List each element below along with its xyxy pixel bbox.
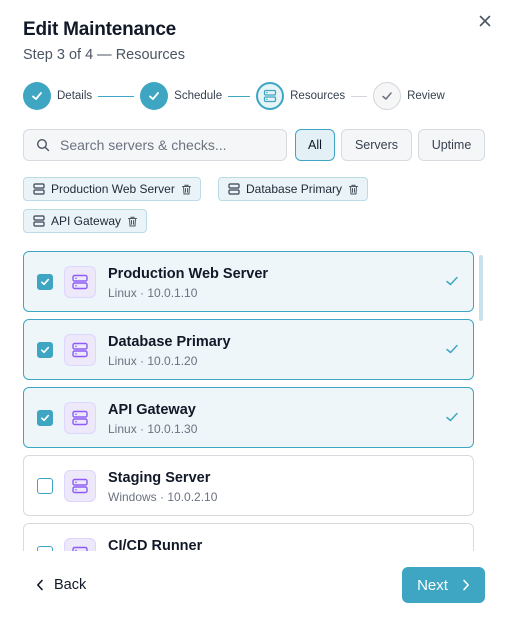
step-label: Review xyxy=(407,90,445,102)
back-label: Back xyxy=(54,577,87,593)
dialog-title: Edit Maintenance xyxy=(23,19,177,40)
server-icon xyxy=(228,183,240,195)
resource-type-icon xyxy=(64,470,96,502)
step-connector xyxy=(228,95,251,97)
step-review[interactable]: Review xyxy=(373,82,445,110)
check-icon xyxy=(149,92,160,100)
step-label: Details xyxy=(57,90,93,102)
list-scrollbar-thumb[interactable] xyxy=(479,255,483,321)
search-icon xyxy=(36,138,50,152)
search-box[interactable] xyxy=(23,129,287,161)
resource-type-icon xyxy=(64,266,96,298)
resource-row[interactable]: Production Web Server Linux · 10.0.1.10 xyxy=(23,251,474,312)
stepper: Details Schedule Resources Review xyxy=(23,81,445,111)
resource-name: CI/CD Runner xyxy=(108,538,203,551)
check-icon xyxy=(41,278,50,286)
selected-chip: API Gateway xyxy=(23,209,148,233)
resource-name: Production Web Server xyxy=(108,266,269,282)
step-current-indicator xyxy=(256,82,285,110)
step-done-indicator xyxy=(23,82,51,110)
resource-row[interactable]: Staging Server Windows · 10.0.2.10 xyxy=(23,455,474,516)
resource-row[interactable]: CI/CD Runner xyxy=(23,523,474,551)
back-button[interactable]: Back xyxy=(36,574,86,596)
close-button[interactable] xyxy=(476,12,494,30)
close-icon xyxy=(479,15,491,27)
server-icon xyxy=(33,215,45,227)
step-upcoming-indicator xyxy=(373,82,402,110)
server-icon xyxy=(72,478,88,494)
step-connector xyxy=(98,95,135,97)
step-done-indicator xyxy=(140,82,169,110)
selected-chip: Production Web Server xyxy=(23,177,201,201)
server-icon xyxy=(263,89,277,103)
filter-all-button[interactable]: All xyxy=(295,129,335,161)
next-label: Next xyxy=(417,576,448,594)
server-icon xyxy=(72,546,88,551)
step-resources[interactable]: Resources xyxy=(256,82,345,110)
step-label: Schedule xyxy=(174,90,223,102)
resource-list[interactable]: Production Web Server Linux · 10.0.1.10 … xyxy=(23,251,475,551)
filter-uptime-button[interactable]: Uptime xyxy=(418,129,485,161)
chip-label: Database Primary xyxy=(246,182,343,196)
selected-check-icon xyxy=(446,276,458,286)
resource-checkbox[interactable] xyxy=(37,410,53,426)
trash-icon[interactable] xyxy=(181,184,192,195)
check-icon xyxy=(41,414,50,422)
selected-check-icon xyxy=(446,412,458,422)
selected-chip: Database Primary xyxy=(218,177,369,201)
resource-checkbox[interactable] xyxy=(37,274,53,290)
filter-servers-button[interactable]: Servers xyxy=(341,129,412,161)
resource-name: API Gateway xyxy=(108,402,196,418)
next-button[interactable]: Next xyxy=(402,567,485,603)
resource-type-icon xyxy=(64,334,96,366)
resource-details: Linux · 10.0.1.10 xyxy=(108,286,198,300)
check-icon xyxy=(32,92,42,100)
resource-details: Windows · 10.0.2.10 xyxy=(108,490,218,504)
step-label: Resources xyxy=(290,90,346,102)
server-icon xyxy=(72,274,88,290)
selected-check-icon xyxy=(446,344,458,354)
resource-type-icon xyxy=(64,538,96,551)
server-icon xyxy=(72,342,88,358)
resource-details: Linux · 10.0.1.20 xyxy=(108,354,198,368)
check-icon xyxy=(382,92,392,100)
chip-label: API Gateway xyxy=(51,214,122,228)
server-icon xyxy=(33,183,45,195)
resource-name: Staging Server xyxy=(108,470,211,486)
chevron-right-icon xyxy=(463,579,469,591)
search-input[interactable] xyxy=(60,137,280,153)
resource-row[interactable]: Database Primary Linux · 10.0.1.20 xyxy=(23,319,474,380)
edit-maintenance-dialog: Edit Maintenance Step 3 of 4 — Resources… xyxy=(0,0,507,625)
resource-checkbox[interactable] xyxy=(37,478,53,494)
resource-type-icon xyxy=(64,402,96,434)
chevron-left-icon xyxy=(37,579,43,591)
step-connector xyxy=(351,95,368,97)
server-icon xyxy=(72,410,88,426)
dialog-subtitle: Step 3 of 4 — Resources xyxy=(23,47,185,63)
resource-row[interactable]: API Gateway Linux · 10.0.1.30 xyxy=(23,387,474,448)
resource-checkbox[interactable] xyxy=(37,342,53,358)
resource-checkbox[interactable] xyxy=(37,546,53,551)
check-icon xyxy=(41,346,50,354)
chip-label: Production Web Server xyxy=(51,182,175,196)
trash-icon[interactable] xyxy=(127,216,138,227)
resource-details: Linux · 10.0.1.30 xyxy=(108,422,198,436)
resource-name: Database Primary xyxy=(108,334,231,350)
step-details[interactable]: Details xyxy=(23,82,92,110)
step-schedule[interactable]: Schedule xyxy=(140,82,222,110)
trash-icon[interactable] xyxy=(348,184,359,195)
